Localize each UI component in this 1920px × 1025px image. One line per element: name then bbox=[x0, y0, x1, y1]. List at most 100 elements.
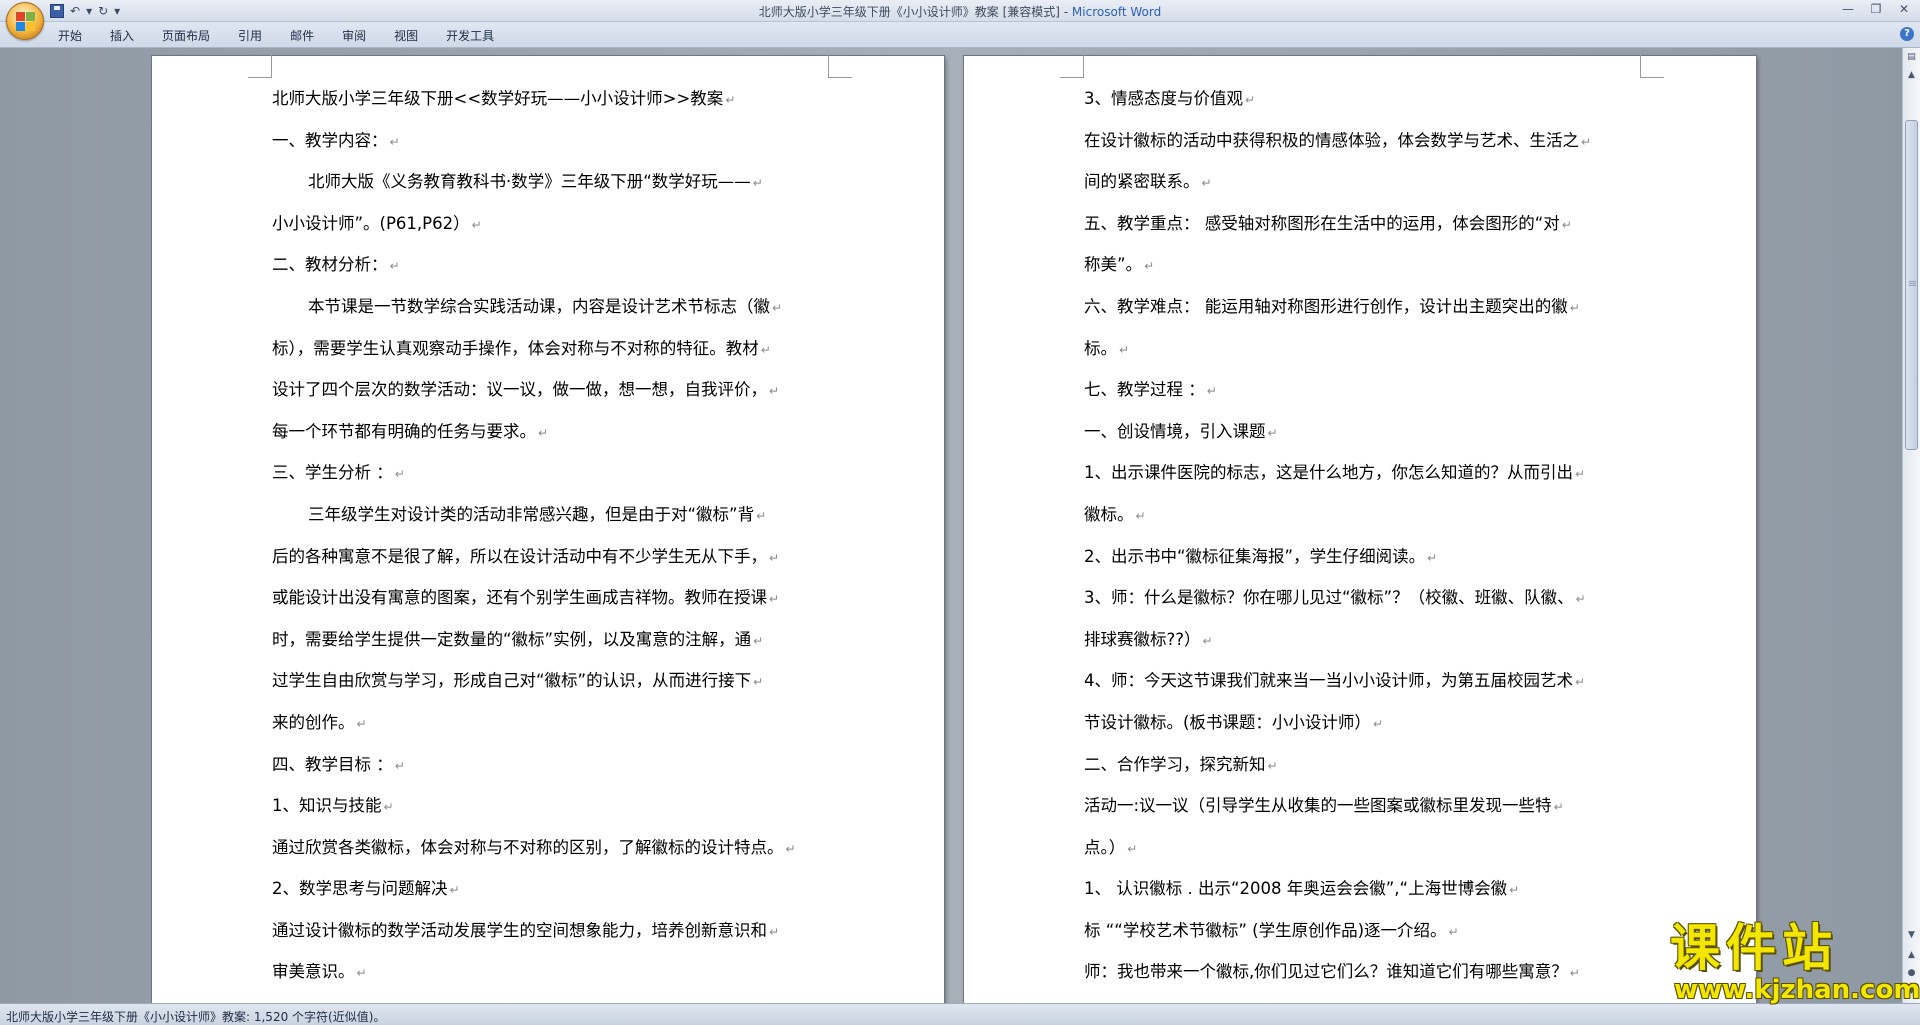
text-line[interactable]: 北师大版小学三年级下册<<数学好玩——小小设计师>>教案 ↵ bbox=[272, 78, 828, 120]
text-line[interactable]: 本节课是一节数学综合实践活动课，内容是设计艺术节标志（徽 ↵ bbox=[272, 286, 828, 328]
document-page-left[interactable]: 北师大版小学三年级下册<<数学好玩——小小设计师>>教案 ↵ 一、教学内容： ↵ 北师大… bbox=[152, 54, 944, 1003]
line-text: 通过欣赏各类徽标，体会对称与不对称的区别，了解徽标的设计特点。 bbox=[272, 837, 784, 857]
paragraph-mark-icon: ↵ bbox=[1267, 425, 1278, 440]
text-line[interactable]: 排球赛徽标??） ↵ bbox=[1084, 619, 1640, 661]
text-line[interactable]: 后的各种寓意不是很了解，所以在设计活动中有不少学生无从下手， ↵ bbox=[272, 536, 828, 578]
tab-mailings[interactable]: 邮件 bbox=[290, 26, 314, 46]
scroll-thumb[interactable] bbox=[1905, 120, 1918, 450]
text-line[interactable]: 2、数学思考与问题解决 ↵ bbox=[272, 868, 828, 910]
line-text: 时，需要给学生提供一定数量的“徽标”实例，以及寓意的注解，通 bbox=[272, 629, 752, 649]
line-text: 2、出示书中“徽标征集海报”，学生仔细阅读。 bbox=[1084, 546, 1426, 566]
minimize-icon[interactable]: — bbox=[1838, 1, 1858, 17]
text-line[interactable]: 来的创作。 ↵ bbox=[272, 702, 828, 744]
status-text[interactable]: 北师大版小学三年级下册《小小设计师》教案: 1,520 个字符(近似值)。 bbox=[6, 1008, 385, 1025]
line-text: 三、学生分析 ： bbox=[272, 463, 393, 483]
line-text: 师：我也带来一个徽标,你们见过它们么？谁知道它们有哪些寓意？ bbox=[1084, 962, 1568, 982]
paragraph-mark-icon: ↵ bbox=[1575, 592, 1586, 607]
text-line[interactable]: 六、教学难点： 能运用轴对称图形进行创作，设计出主题突出的徽 ↵ bbox=[1084, 286, 1640, 328]
text-line[interactable]: 过学生自由欣赏与学习，形成自己对“徽标”的认识，从而进行接下 ↵ bbox=[272, 660, 828, 702]
line-text: 徽标。 bbox=[1084, 504, 1134, 524]
page-text-right[interactable]: 3、情感态度与价值观 ↵ 在设计徽标的活动中获得积极的情感体验，体会数学与艺术、生活… bbox=[1084, 78, 1640, 993]
text-line[interactable]: 1、出示课件医院的标志，这是什么地方，你怎么知道的？从而引出 ↵ bbox=[1084, 452, 1640, 494]
text-line[interactable]: 小小设计师”。(P61,P62） ↵ bbox=[272, 203, 828, 245]
text-line[interactable]: 标 ““学校艺术节徽标” (学生原创作品)逐一介绍。 ↵ bbox=[1084, 910, 1640, 952]
paragraph-mark-icon: ↵ bbox=[1202, 633, 1213, 648]
ruler-toggle-icon[interactable]: ▤ bbox=[1904, 50, 1919, 65]
text-line[interactable]: 三年级学生对设计类的活动非常感兴趣，但是由于对“徽标”背 ↵ bbox=[272, 494, 828, 536]
text-line[interactable]: 通过设计徽标的数学活动发展学生的空间想象能力，培养创新意识和 ↵ bbox=[272, 910, 828, 952]
text-line[interactable]: 标），需要学生认真观察动手操作，体会对称与不对称的特征。教材 ↵ bbox=[272, 328, 828, 370]
line-text: 标），需要学生认真观察动手操作，体会对称与不对称的特征。教材 bbox=[272, 338, 759, 358]
tab-home[interactable]: 开始 bbox=[58, 26, 82, 46]
paragraph-mark-icon: ↵ bbox=[1581, 134, 1592, 149]
page-text-left[interactable]: 北师大版小学三年级下册<<数学好玩——小小设计师>>教案 ↵ 一、教学内容： ↵ 北师大… bbox=[272, 78, 828, 993]
paragraph-mark-icon: ↵ bbox=[1575, 675, 1586, 690]
line-text: 间的紧密联系。 bbox=[1084, 172, 1200, 192]
text-line[interactable]: 二、合作学习，探究新知 ↵ bbox=[1084, 744, 1640, 786]
paragraph-mark-icon: ↵ bbox=[356, 716, 367, 731]
text-line[interactable]: 审美意识。 ↵ bbox=[272, 951, 828, 993]
tab-developer[interactable]: 开发工具 bbox=[446, 26, 494, 46]
line-text: 2、数学思考与问题解决 bbox=[272, 879, 448, 899]
text-line[interactable]: 3、情感态度与价值观 ↵ bbox=[1084, 78, 1640, 120]
text-line[interactable]: 2、出示书中“徽标征集海报”，学生仔细阅读。 ↵ bbox=[1084, 536, 1640, 578]
close-icon[interactable]: ✕ bbox=[1894, 1, 1914, 17]
paragraph-mark-icon: ↵ bbox=[756, 508, 767, 523]
text-line[interactable]: 二、教材分析： ↵ bbox=[272, 244, 828, 286]
text-line[interactable]: 活动一:议一议（引导学生从收集的一些图案或徽标里发现一些特 ↵ bbox=[1084, 785, 1640, 827]
line-text: 每一个环节都有明确的任务与要求。 bbox=[272, 421, 536, 441]
line-text: 审美意识。 bbox=[272, 962, 355, 982]
paragraph-mark-icon: ↵ bbox=[356, 966, 367, 981]
tab-review[interactable]: 审阅 bbox=[342, 26, 366, 46]
document-page-right[interactable]: 3、情感态度与价值观 ↵ 在设计徽标的活动中获得积极的情感体验，体会数学与艺术、生活… bbox=[964, 54, 1756, 1003]
help-icon[interactable]: ? bbox=[1900, 27, 1914, 41]
line-text: 标。 bbox=[1084, 338, 1117, 358]
paragraph-mark-icon: ↵ bbox=[1448, 924, 1459, 939]
text-line[interactable]: 徽标。 ↵ bbox=[1084, 494, 1640, 536]
text-line[interactable]: 七、教学过程 ： ↵ bbox=[1084, 369, 1640, 411]
restore-icon[interactable]: ❐ bbox=[1866, 1, 1886, 17]
line-text: 3、师：什么是徽标？你在哪儿见过“徽标”？（校徽、班徽、队徽、 bbox=[1084, 588, 1574, 608]
text-line[interactable]: 点。） ↵ bbox=[1084, 827, 1640, 869]
text-line[interactable]: 三、学生分析 ： ↵ bbox=[272, 452, 828, 494]
text-line[interactable]: 通过欣赏各类徽标，体会对称与不对称的区别，了解徽标的设计特点。 ↵ bbox=[272, 827, 828, 869]
status-bar: 北师大版小学三年级下册《小小设计师》教案: 1,520 个字符(近似值)。 bbox=[0, 1003, 1920, 1025]
margin-corner-mark bbox=[828, 54, 852, 78]
paragraph-mark-icon: ↵ bbox=[1575, 467, 1586, 482]
line-text: 活动一:议一议（引导学生从收集的一些图案或徽标里发现一些特 bbox=[1084, 796, 1552, 816]
text-line[interactable]: 4、师：今天这节课我们就来当一当小小设计师，为第五届校园艺术 ↵ bbox=[1084, 660, 1640, 702]
office-button[interactable] bbox=[6, 2, 44, 40]
text-line[interactable]: 设计了四个层次的数学活动：议一议，做一做，想一想，自我评价， ↵ bbox=[272, 369, 828, 411]
vertical-scrollbar[interactable]: ▤ ▲ ▼ ▲ ● ▼ bbox=[1902, 48, 1920, 1003]
text-line[interactable]: 四、教学目标 ： ↵ bbox=[272, 744, 828, 786]
text-line[interactable]: 称美”。 ↵ bbox=[1084, 244, 1640, 286]
line-text: 节设计徽标。(板书课题：小小设计师） bbox=[1084, 712, 1371, 732]
text-line[interactable]: 标。 ↵ bbox=[1084, 328, 1640, 370]
text-line[interactable]: 师：我也带来一个徽标,你们见过它们么？谁知道它们有哪些寓意？ ↵ bbox=[1084, 951, 1640, 993]
text-line[interactable]: 1、知识与技能 ↵ bbox=[272, 785, 828, 827]
text-line[interactable]: 一、创设情境，引入课题 ↵ bbox=[1084, 411, 1640, 453]
text-line[interactable]: 时，需要给学生提供一定数量的“徽标”实例，以及寓意的注解，通 ↵ bbox=[272, 619, 828, 661]
tab-page-layout[interactable]: 页面布局 bbox=[162, 26, 210, 46]
text-line[interactable]: 间的紧密联系。 ↵ bbox=[1084, 161, 1640, 203]
text-line[interactable]: 节设计徽标。(板书课题：小小设计师） ↵ bbox=[1084, 702, 1640, 744]
text-line[interactable]: 一、教学内容： ↵ bbox=[272, 120, 828, 162]
text-line[interactable]: 1、 认识徽标 . 出示“2008 年奥运会会徽”,“上海世博会徽 ↵ bbox=[1084, 868, 1640, 910]
paragraph-mark-icon: ↵ bbox=[1135, 508, 1146, 523]
text-line[interactable]: 3、师：什么是徽标？你在哪儿见过“徽标”？（校徽、班徽、队徽、 ↵ bbox=[1084, 577, 1640, 619]
tab-view[interactable]: 视图 bbox=[394, 26, 418, 46]
paragraph-mark-icon: ↵ bbox=[389, 259, 400, 274]
text-line[interactable]: 在设计徽标的活动中获得积极的情感体验，体会数学与艺术、生活之 ↵ bbox=[1084, 120, 1640, 162]
text-line[interactable]: 北师大版《义务教育教科书·数学》三年级下册“数学好玩—— ↵ bbox=[272, 161, 828, 203]
document-workspace[interactable]: 北师大版小学三年级下册<<数学好玩——小小设计师>>教案 ↵ 一、教学内容： ↵ 北师大… bbox=[0, 48, 1902, 1003]
app-name: Microsoft Word bbox=[1071, 5, 1162, 19]
text-line[interactable]: 每一个环节都有明确的任务与要求。 ↵ bbox=[272, 411, 828, 453]
scroll-up-icon[interactable]: ▲ bbox=[1904, 68, 1919, 83]
paragraph-mark-icon: ↵ bbox=[753, 675, 764, 690]
tab-references[interactable]: 引用 bbox=[238, 26, 262, 46]
tab-insert[interactable]: 插入 bbox=[110, 26, 134, 46]
text-line[interactable]: 或能设计出没有寓意的图案，还有个别学生画成吉祥物。教师在授课 ↵ bbox=[272, 577, 828, 619]
line-text: 本节课是一节数学综合实践活动课，内容是设计艺术节标志（徽 bbox=[308, 296, 770, 316]
margin-corner-mark bbox=[1640, 54, 1664, 78]
text-line[interactable]: 五、教学重点： 感受轴对称图形在生活中的运用，体会图形的“对 ↵ bbox=[1084, 203, 1640, 245]
